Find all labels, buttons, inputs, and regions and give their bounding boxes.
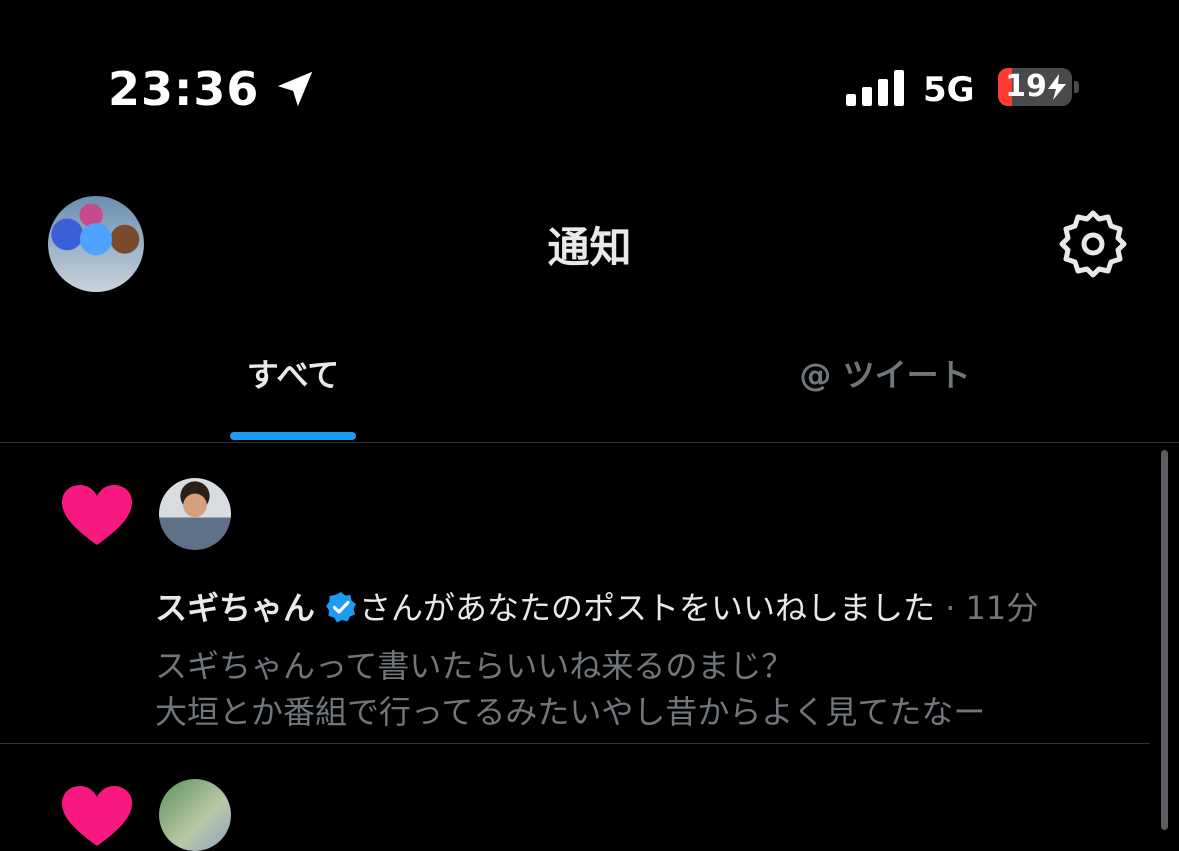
scrollbar[interactable] [1161, 450, 1168, 830]
notification-tabs: すべて @ ツイート [0, 330, 1179, 443]
tab-mentions[interactable]: @ ツイート [760, 350, 1010, 440]
active-tab-indicator [230, 432, 356, 440]
post-text-line: スギちゃんって書いたらいいね来るのまじ？ [155, 647, 794, 685]
notification-action: さんがあなたのポストをいいねしました [359, 589, 936, 627]
status-time: 23:36 [108, 62, 260, 116]
notification-time: 11分 [965, 589, 1039, 627]
notification-text: スギちゃん さんがあなたのポストをいいねしました · 11分 [155, 583, 1038, 629]
gear-icon[interactable] [1058, 209, 1128, 279]
heart-icon [62, 786, 132, 846]
battery-indicator: 19 [998, 68, 1082, 108]
user-name[interactable]: スギちゃん [155, 589, 315, 627]
status-bar: 23:36 5G 19 [0, 0, 1179, 180]
separator: · [935, 589, 966, 627]
user-avatar[interactable] [159, 478, 231, 550]
page-title: 通知 [547, 223, 632, 272]
charging-bolt-icon [1048, 74, 1066, 100]
post-text-line: 大垣とか番組で行ってるみたいやし昔からよく見てたなー [155, 693, 986, 731]
notification-item[interactable] [0, 744, 1150, 851]
user-avatar[interactable] [159, 779, 231, 851]
cellular-signal-icon [846, 70, 904, 106]
verified-badge-icon [326, 592, 357, 623]
network-type: 5G [923, 70, 975, 110]
location-arrow-icon [277, 71, 313, 107]
heart-icon [62, 485, 132, 545]
tab-all[interactable]: すべて [180, 350, 406, 440]
notification-item[interactable]: スギちゃん さんがあなたのポストをいいねしました · 11分 スギちゃんって書い… [0, 443, 1150, 744]
